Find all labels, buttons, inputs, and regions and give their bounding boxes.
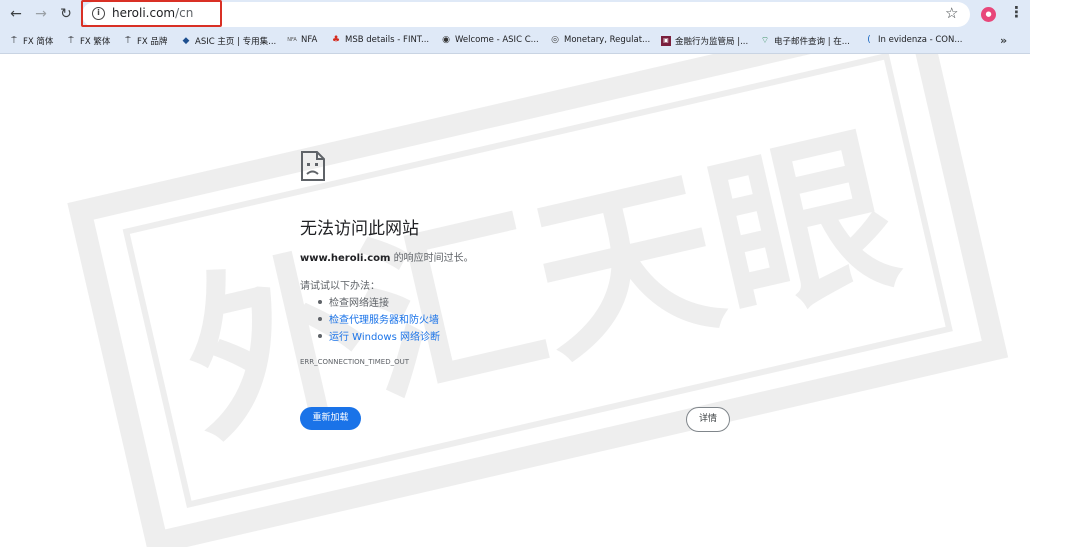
profile-avatar-icon[interactable]: ● bbox=[981, 7, 996, 22]
bookmark-nfa[interactable]: NFA NFA bbox=[287, 35, 317, 45]
bookmark-label: FX 品牌 bbox=[137, 37, 168, 47]
error-host: www.heroli.com bbox=[300, 253, 391, 264]
error-message-text: 的响应时间过长。 bbox=[390, 253, 474, 264]
bookmark-label: FX 简体 bbox=[23, 37, 54, 47]
suggestion-label[interactable]: 检查代理服务器和防火墙 bbox=[329, 311, 439, 326]
back-arrow-icon[interactable]: ← bbox=[6, 4, 26, 24]
bookmark-in-evidenza[interactable]: ( In evidenza - CON... bbox=[864, 35, 962, 45]
wifi-icon: ⌔ bbox=[760, 36, 770, 46]
url-highlight-box bbox=[81, 0, 222, 27]
nfa-icon: NFA bbox=[287, 37, 297, 43]
bookmark-label: FX 繁体 bbox=[80, 37, 111, 47]
watermark-text: 外汇天眼 bbox=[165, 106, 914, 472]
suggestion-windows-diagnostics-link[interactable]: 运行 Windows 网络诊断 bbox=[318, 328, 440, 343]
bookmark-label: 电子邮件查询 | 在... bbox=[774, 37, 850, 47]
bookmark-label: 金融行为监管局 |... bbox=[675, 37, 749, 47]
bookmark-label: Welcome - ASIC C... bbox=[455, 35, 539, 45]
fx-icon: ⍑ bbox=[11, 36, 17, 46]
bookmark-label: NFA bbox=[301, 35, 318, 45]
bookmark-email-query[interactable]: ⌔ 电子邮件查询 | 在... bbox=[760, 35, 850, 47]
watermark-stamp: 外汇天眼 bbox=[67, 4, 1009, 547]
fx-icon: ⍑ bbox=[68, 36, 74, 46]
bookmark-label: ASIC 主页 | 专用集... bbox=[195, 37, 277, 47]
sad-page-icon bbox=[301, 151, 325, 181]
reload-icon[interactable]: ↻ bbox=[56, 4, 76, 24]
suggestion-check-network: 检查网络连接 bbox=[318, 294, 389, 309]
bookmark-fx-brand[interactable]: ⍑ FX 品牌 bbox=[123, 35, 167, 47]
forward-arrow-icon[interactable]: → bbox=[31, 4, 51, 24]
bookmark-label: In evidenza - CON... bbox=[878, 35, 963, 45]
bookmark-label: Monetary, Regulat... bbox=[564, 35, 651, 45]
bookmark-fca[interactable]: ▣ 金融行为监管局 |... bbox=[661, 35, 748, 47]
kebab-menu-icon[interactable]: ⋮ bbox=[1009, 3, 1024, 21]
bracket-icon: ( bbox=[867, 35, 871, 45]
fx-icon: ⍑ bbox=[125, 36, 131, 46]
error-message: www.heroli.com 的响应时间过长。 bbox=[300, 249, 474, 264]
globe-icon: ◉ bbox=[442, 35, 450, 45]
bookmark-star-icon[interactable]: ☆ bbox=[945, 4, 958, 22]
bookmark-fx-simplified[interactable]: ⍑ FX 简体 bbox=[9, 35, 53, 47]
details-button[interactable]: 详情 bbox=[686, 407, 730, 432]
bookmark-welcome-asic[interactable]: ◉ Welcome - ASIC C... bbox=[441, 35, 539, 45]
seal-icon: ◎ bbox=[551, 35, 559, 45]
asic-icon: ◆ bbox=[182, 36, 190, 46]
try-title: 请试试以下办法： bbox=[300, 281, 380, 292]
bullet-icon bbox=[318, 333, 322, 338]
bookmark-fx-traditional[interactable]: ⍑ FX 繁体 bbox=[66, 35, 110, 47]
suggestion-label[interactable]: 运行 Windows 网络诊断 bbox=[329, 328, 440, 343]
error-code: ERR_CONNECTION_TIMED_OUT bbox=[300, 358, 410, 366]
bookmarks-more-button[interactable]: » bbox=[1000, 34, 1007, 47]
browser-toolbar: ← → ↻ i heroli.com/cn ☆ ● ⋮ bbox=[0, 0, 1030, 29]
bookmarks-bar: ⍑ FX 简体 ⍑ FX 繁体 ⍑ FX 品牌 ◆ ASIC 主页 | 专用集... N… bbox=[0, 29, 1030, 54]
maple-leaf-icon: ♣ bbox=[331, 35, 341, 45]
suggestion-label: 检查网络连接 bbox=[329, 298, 389, 309]
reload-button[interactable]: 重新加载 bbox=[300, 407, 361, 430]
bookmark-asic-home[interactable]: ◆ ASIC 主页 | 专用集... bbox=[181, 35, 277, 47]
bullet-icon bbox=[318, 316, 322, 321]
bookmark-monetary[interactable]: ◎ Monetary, Regulat... bbox=[550, 35, 650, 45]
bookmark-label: MSB details - FINT... bbox=[345, 35, 430, 45]
bookmark-msb-details[interactable]: ♣ MSB details - FINT... bbox=[331, 35, 429, 45]
suggestion-check-proxy-link[interactable]: 检查代理服务器和防火墙 bbox=[318, 311, 439, 326]
error-title: 无法访问此网站 bbox=[300, 219, 419, 239]
bullet-icon bbox=[318, 299, 322, 304]
fca-icon: ▣ bbox=[661, 36, 671, 46]
